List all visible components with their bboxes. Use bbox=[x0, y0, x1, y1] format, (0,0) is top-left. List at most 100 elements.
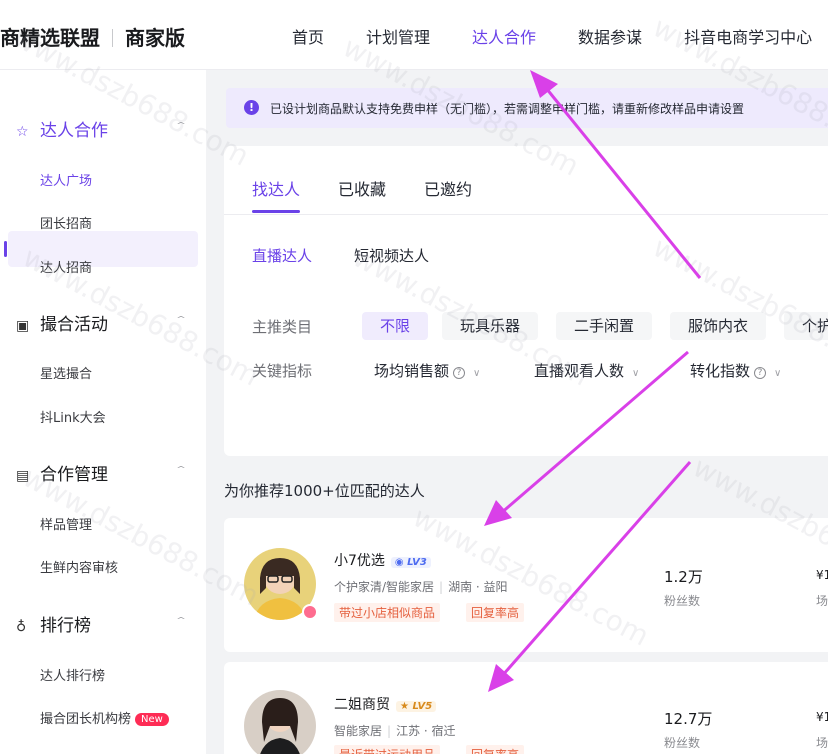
document-icon: ▤ bbox=[16, 468, 30, 484]
creator-avatar[interactable] bbox=[244, 690, 316, 754]
category-chip-all[interactable]: 不限 bbox=[362, 312, 429, 340]
top-header: 商精选联盟 商家版 首页 计划管理 达人合作 数据参谋 抖音电商学习中心 bbox=[0, 0, 828, 70]
star-outline-icon: ☆ bbox=[16, 124, 29, 140]
sidebar-item-group-recruit[interactable]: 团长招商 bbox=[40, 213, 92, 232]
creator-card[interactable]: 小7优选 ◉ LV3 个护家清/智能家居 | 湖南 · 益阳 带过小店相似商品 回复率… bbox=[224, 518, 828, 652]
creator-location: 湖南 · 益阳 bbox=[448, 580, 508, 594]
sidebar-item-creator-recruit[interactable]: 达人招商 bbox=[40, 257, 92, 276]
creator-tag: 最近带过运动用品 bbox=[334, 745, 441, 754]
question-circle-icon[interactable]: ? bbox=[754, 367, 767, 379]
sidebar: ☆ 达人合作 ^ 达人广场 团长招商 达人招商 ▣ 撮合活动 ^ 星选撮合 抖Lin… bbox=[0, 70, 206, 754]
avg-sales-value: ¥1 bbox=[816, 568, 828, 582]
tab-active-underline bbox=[252, 210, 300, 213]
creator-description: 个护家清/智能家居 | 湖南 · 益阳 bbox=[334, 578, 508, 595]
sidebar-item-sample-management[interactable]: 样品管理 bbox=[40, 514, 92, 533]
sidebar-active-indicator bbox=[4, 241, 7, 257]
creator-description: 智能家居 | 江苏 · 宿迁 bbox=[334, 722, 456, 739]
tab-invited[interactable]: 已邀约 bbox=[424, 176, 472, 200]
avg-sales-value: ¥1 bbox=[816, 710, 828, 724]
creator-category: 个护家清/智能家居 bbox=[334, 580, 435, 594]
category-chip-toys[interactable]: 玩具乐器 bbox=[442, 312, 539, 340]
nav-learning-center[interactable]: 抖音电商学习中心 bbox=[684, 28, 812, 47]
brand-divider bbox=[112, 29, 113, 47]
category-filter-label: 主推类目 bbox=[252, 318, 313, 336]
sidebar-item-creator-square[interactable]: 达人广场 bbox=[40, 170, 92, 189]
level-badge: ◉ LV3 bbox=[390, 557, 431, 568]
fans-label: 粉丝数 bbox=[664, 594, 701, 608]
chevron-up-icon[interactable]: ^ bbox=[176, 616, 186, 624]
creator-name-text: 小7优选 bbox=[334, 553, 385, 569]
chevron-up-icon[interactable]: ^ bbox=[176, 315, 186, 323]
tab-divider bbox=[224, 214, 828, 215]
notice-text: 已设计划商品默认支持免费申样（无门槛），若需调整申样门槛，请重新修改样品申请设置 bbox=[270, 102, 745, 116]
top-nav: 首页 计划管理 达人合作 数据参谋 抖音电商学习中心 bbox=[292, 24, 828, 48]
sidebar-item-fresh-review[interactable]: 生鲜内容审核 bbox=[40, 557, 118, 576]
sidebar-section-creator-cooperation[interactable]: ☆ 达人合作 bbox=[16, 116, 108, 141]
subtab-live-creators[interactable]: 直播达人 bbox=[252, 245, 312, 266]
fans-count: 1.2万 bbox=[664, 568, 703, 586]
live-indicator-icon bbox=[302, 604, 318, 620]
nav-plan-management[interactable]: 计划管理 bbox=[366, 28, 430, 47]
metric-label: 场均销售额 bbox=[374, 362, 450, 380]
fans-label: 粉丝数 bbox=[664, 736, 701, 750]
metric-dropdown-live-viewers[interactable]: 直播观看人数 ∨ bbox=[534, 360, 639, 381]
sidebar-active-highlight bbox=[8, 231, 198, 267]
chevron-down-icon: ∨ bbox=[774, 368, 782, 379]
creator-card[interactable]: 二姐商贸 ★ LV5 智能家居 | 江苏 · 宿迁 最近带过运动用品 回复率高 12.… bbox=[224, 662, 828, 754]
avg-sales-label: 场 bbox=[816, 594, 828, 608]
sidebar-section-label: 达人合作 bbox=[40, 121, 108, 141]
creator-location: 江苏 · 宿迁 bbox=[396, 724, 456, 738]
level-text: LV5 bbox=[412, 701, 433, 712]
metric-filter-label: 关键指标 bbox=[252, 362, 313, 380]
tab-favorites[interactable]: 已收藏 bbox=[338, 176, 386, 200]
nav-creator-cooperation[interactable]: 达人合作 bbox=[472, 28, 536, 47]
sidebar-section-ranking[interactable]: ♁ 排行榜 bbox=[16, 611, 91, 636]
chevron-up-icon[interactable]: ^ bbox=[176, 465, 186, 473]
divider: | bbox=[387, 724, 392, 738]
sidebar-item-star-match[interactable]: 星选撮合 bbox=[40, 363, 92, 382]
tab-find-creators[interactable]: 找达人 bbox=[252, 176, 300, 200]
sidebar-section-label: 撮合活动 bbox=[40, 315, 108, 335]
chevron-down-icon: ∨ bbox=[632, 368, 640, 379]
metric-label: 转化指数 bbox=[690, 362, 751, 380]
question-circle-icon[interactable]: ? bbox=[453, 367, 466, 379]
nav-data-advisor[interactable]: 数据参谋 bbox=[578, 28, 642, 47]
level-text: LV3 bbox=[407, 557, 427, 568]
chevron-down-icon: ∨ bbox=[473, 368, 481, 379]
level-badge: ★ LV5 bbox=[396, 701, 437, 712]
sidebar-item-doulink[interactable]: 抖Link大会 bbox=[40, 407, 106, 426]
sidebar-section-label: 排行榜 bbox=[40, 616, 91, 636]
category-chip-secondhand[interactable]: 二手闲置 bbox=[556, 312, 653, 340]
brand-name: 商精选联盟 bbox=[0, 26, 100, 50]
sidebar-item-label: 撮合团长机构榜 bbox=[40, 712, 132, 727]
trophy-icon: ♁ bbox=[16, 619, 27, 635]
creator-tag: 带过小店相似商品 bbox=[334, 603, 441, 622]
metric-dropdown-avg-sales[interactable]: 场均销售额? ∨ bbox=[374, 360, 480, 381]
chevron-up-icon[interactable]: ^ bbox=[176, 121, 186, 129]
brand-logo[interactable]: 商精选联盟 商家版 bbox=[0, 22, 185, 51]
nav-home[interactable]: 首页 bbox=[292, 28, 324, 47]
creator-name[interactable]: 小7优选 ◉ LV3 bbox=[334, 550, 431, 570]
sidebar-item-creator-ranking[interactable]: 达人排行榜 bbox=[40, 665, 105, 684]
creator-tag: 回复率高 bbox=[466, 603, 525, 622]
sidebar-item-agency-ranking[interactable]: 撮合团长机构榜 New bbox=[40, 708, 169, 727]
subtab-short-video-creators[interactable]: 短视频达人 bbox=[354, 245, 429, 266]
grid-square-icon: ▣ bbox=[16, 318, 30, 334]
avg-sales-label: 场 bbox=[816, 736, 828, 750]
notice-banner: ! 已设计划商品默认支持免费申样（无门槛），若需调整申样门槛，请重新修改样品申请… bbox=[226, 88, 828, 128]
sidebar-section-cooperation-management[interactable]: ▤ 合作管理 bbox=[16, 460, 108, 485]
metric-label: 直播观看人数 bbox=[534, 362, 625, 380]
filter-panel: 找达人 已收藏 已邀约 直播达人 短视频达人 主推类目 不限 玩具乐器 二手闲置… bbox=[224, 146, 828, 456]
new-badge: New bbox=[135, 713, 169, 726]
creator-category: 智能家居 bbox=[334, 724, 383, 738]
sidebar-section-matching-activity[interactable]: ▣ 撮合活动 bbox=[16, 310, 108, 335]
metric-dropdown-conversion-index[interactable]: 转化指数? ∨ bbox=[690, 360, 781, 381]
creator-name-text: 二姐商贸 bbox=[334, 697, 390, 713]
recommendation-title: 为你推荐1000+位匹配的达人 bbox=[224, 482, 425, 500]
category-chip-apparel[interactable]: 服饰内衣 bbox=[670, 312, 767, 340]
category-chip-personal-care[interactable]: 个护 bbox=[784, 312, 828, 340]
creator-name[interactable]: 二姐商贸 ★ LV5 bbox=[334, 694, 437, 714]
fans-count: 12.7万 bbox=[664, 710, 713, 728]
brand-edition: 商家版 bbox=[125, 26, 185, 50]
avatar-image bbox=[244, 690, 316, 754]
